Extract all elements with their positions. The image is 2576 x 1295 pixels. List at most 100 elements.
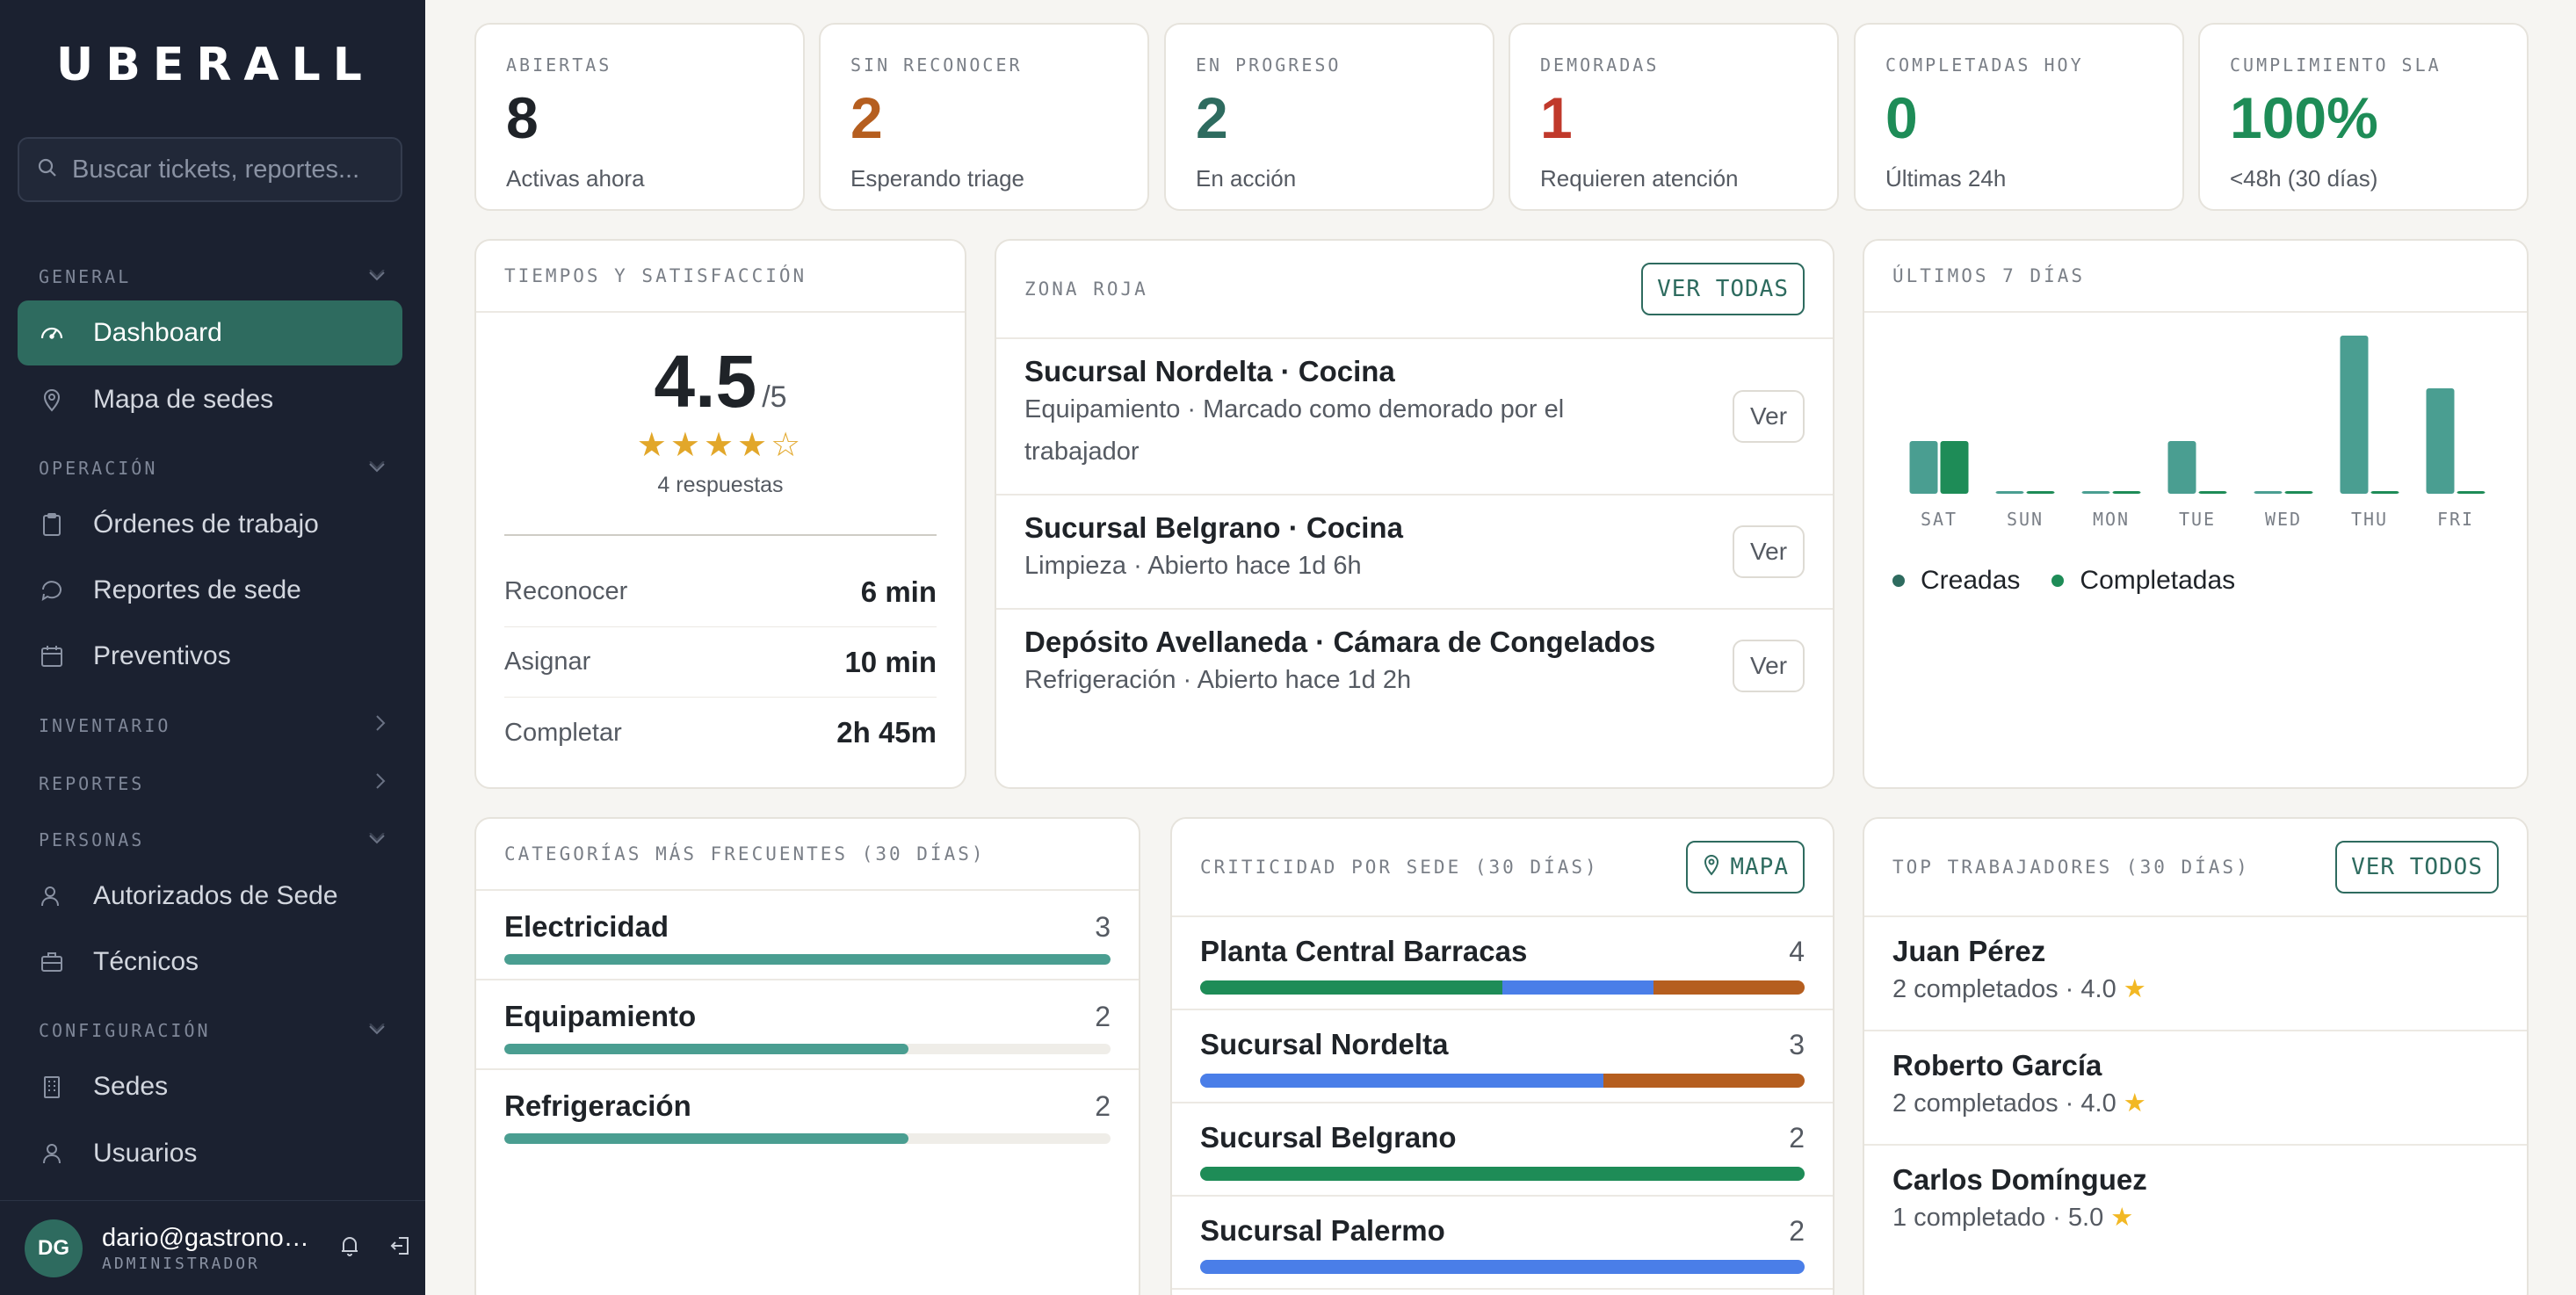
section-inventario[interactable]: INVENTARIO: [39, 713, 387, 738]
worker-stats-text: 1 completado · 5.0: [1892, 1204, 2104, 1232]
legend-item-completadas: Completadas: [2051, 566, 2235, 596]
section-title: PERSONAS: [39, 828, 145, 850]
alert-item[interactable]: Sucursal Nordelta · Cocina Equipamiento …: [996, 339, 1833, 496]
briefcase-icon: [39, 949, 65, 975]
star-filled-icon: ★: [669, 427, 704, 464]
bell-icon[interactable]: [337, 1234, 362, 1262]
category-name: Refrigeración: [504, 1089, 691, 1122]
worker-stats: 2 completados · 4.0 ★: [1892, 968, 2499, 1010]
ver-todos-button[interactable]: VER TODOS: [2335, 841, 2499, 893]
avatar[interactable]: DG: [25, 1219, 83, 1277]
sidebar-item-sedes[interactable]: Sedes: [18, 1054, 402, 1119]
app-logo[interactable]: UBERALL: [56, 39, 374, 91]
category-row[interactable]: Refrigeración 2: [476, 1070, 1139, 1160]
user-icon: [39, 1140, 65, 1167]
bar-creadas-wed[interactable]: [2254, 491, 2283, 494]
x-tick-label: MON: [2093, 509, 2130, 530]
kpi-value: 2: [850, 85, 883, 150]
rating-score: 4.5: [654, 340, 757, 423]
category-name: Electricidad: [504, 910, 669, 943]
bar-creadas-fri[interactable]: [2426, 388, 2455, 494]
sidebar-item-label: Mapa de sedes: [93, 385, 274, 414]
criticidad-stacked-bar: [1200, 1167, 1805, 1181]
section-general[interactable]: GENERAL: [39, 265, 387, 287]
search-input[interactable]: [72, 155, 403, 184]
kpi-card-completadas-hoy[interactable]: COMPLETADAS HOY 0 Últimas 24h: [1854, 23, 2184, 211]
bar-completadas-thu[interactable]: [2370, 491, 2399, 494]
bar-completadas-mon[interactable]: [2112, 491, 2141, 494]
alert-title: Sucursal Nordelta · Cocina: [1024, 355, 1395, 387]
sidebar-item-usuarios[interactable]: Usuarios: [18, 1121, 402, 1186]
bar-completadas-fri[interactable]: [2457, 491, 2486, 494]
ver-button[interactable]: Ver: [1733, 640, 1805, 692]
worker-row[interactable]: Juan Pérez 2 completados · 4.0 ★: [1864, 917, 2527, 1031]
bar-creadas-sat[interactable]: [1909, 441, 1938, 494]
criticidad-row[interactable]: Sucursal Nordelta 3: [1172, 1010, 1833, 1103]
user-info: dario@gastronomia.com ADMINISTRADOR: [102, 1224, 322, 1273]
sidebar-item-label: Técnicos: [93, 947, 199, 976]
logout-icon[interactable]: [388, 1234, 413, 1262]
sidebar-item-label: Reportes de sede: [93, 575, 301, 604]
worker-name: Carlos Domínguez: [1892, 1163, 2147, 1196]
category-row[interactable]: Equipamiento 2: [476, 980, 1139, 1070]
section-title: INVENTARIO: [39, 715, 171, 736]
sidebar-item-label: Sedes: [93, 1072, 169, 1101]
ver-button[interactable]: Ver: [1733, 390, 1805, 443]
sidebar-item-dashboard[interactable]: Dashboard: [18, 300, 402, 365]
tiempos-card: TIEMPOS Y SATISFACCIÓN 4.5/5 ★★★★☆ 4 res…: [474, 239, 966, 789]
mapa-button[interactable]: MAPA: [1686, 841, 1805, 893]
section-reportes[interactable]: REPORTES: [39, 771, 387, 796]
worker-row[interactable]: Roberto García 2 completados · 4.0 ★: [1864, 1031, 2527, 1146]
sede-count: 3: [1789, 1028, 1805, 1060]
worker-row[interactable]: Carlos Domínguez 1 completado · 5.0 ★: [1864, 1146, 2527, 1260]
search-box[interactable]: [18, 137, 403, 202]
bar-completadas-tue[interactable]: [2198, 491, 2227, 494]
card-header: TIEMPOS Y SATISFACCIÓN: [476, 241, 965, 313]
alert-item[interactable]: Depósito Avellaneda · Cámara de Congelad…: [996, 610, 1833, 724]
sidebar-item-tecnicos[interactable]: Técnicos: [18, 930, 402, 995]
alert-item[interactable]: Sucursal Belgrano · Cocina Limpieza · Ab…: [996, 496, 1833, 610]
chevron-down-icon: [367, 265, 387, 287]
criticidad-row[interactable]: Sucursal Palermo 2: [1172, 1197, 1833, 1290]
criticidad-row[interactable]: Sucursal Belgrano 2: [1172, 1103, 1833, 1197]
criticidad-segment-media: [1502, 980, 1653, 995]
section-configuracion[interactable]: CONFIGURACIÓN: [39, 1019, 387, 1041]
section-operacion[interactable]: OPERACIÓN: [39, 457, 387, 479]
criticidad-row-header: Sucursal Palermo 2: [1200, 1214, 1805, 1248]
kpi-card-abiertas[interactable]: ABIERTAS 8 Activas ahora: [474, 23, 805, 211]
section-personas[interactable]: PERSONAS: [39, 828, 387, 850]
sidebar-item-ordenes[interactable]: Órdenes de trabajo: [18, 492, 402, 557]
ver-todas-button[interactable]: VER TODAS: [1641, 263, 1805, 315]
sidebar-item-mapa[interactable]: Mapa de sedes: [18, 367, 402, 432]
bar-chart: SAT SUN MON TUE WED THU FRI: [1909, 336, 2486, 530]
x-tick-label: FRI: [2437, 509, 2474, 530]
bar-creadas-mon[interactable]: [2081, 491, 2110, 494]
sidebar-item-label: Usuarios: [93, 1139, 198, 1168]
kpi-card-sin-reconocer[interactable]: SIN RECONOCER 2 Esperando triage: [819, 23, 1149, 211]
bar-completadas-wed[interactable]: [2284, 491, 2313, 494]
category-row-header: Electricidad 3: [504, 910, 1111, 944]
chevron-down-icon: [367, 457, 387, 479]
sidebar-item-reportes-sede[interactable]: Reportes de sede: [18, 558, 402, 623]
bar-completadas-sun[interactable]: [2026, 491, 2055, 494]
kpi-label: ABIERTAS: [506, 54, 612, 76]
criticidad-row[interactable]: Planta Central Barracas 4: [1172, 917, 1833, 1010]
map-pin-icon: [1702, 853, 1721, 882]
section-title: OPERACIÓN: [39, 457, 158, 479]
sidebar-item-preventivos[interactable]: Preventivos: [18, 624, 402, 689]
chat-bubble-icon: [39, 577, 65, 604]
kpi-card-en-progreso[interactable]: EN PROGRESO 2 En acción: [1164, 23, 1494, 211]
bar-creadas-thu[interactable]: [2340, 336, 2369, 494]
times-list: Reconocer 6 min Asignar 10 min Completar…: [504, 557, 937, 768]
ver-button[interactable]: Ver: [1733, 525, 1805, 578]
bar-creadas-tue[interactable]: [2167, 441, 2196, 494]
sede-count: 2: [1789, 1214, 1805, 1247]
sidebar: UBERALL GENERAL Dashboard Mapa de sedes …: [0, 0, 425, 1295]
sidebar-item-autorizados[interactable]: Autorizados de Sede: [18, 864, 402, 929]
kpi-card-demoradas[interactable]: DEMORADAS 1 Requieren atención: [1509, 23, 1839, 211]
bar-completadas-sat[interactable]: [1940, 441, 1969, 494]
kpi-card-cumplimiento-sla[interactable]: CUMPLIMIENTO SLA 100% <48h (30 días): [2198, 23, 2529, 211]
chevron-down-icon: [367, 828, 387, 850]
bar-creadas-sun[interactable]: [1995, 491, 2024, 494]
category-row[interactable]: Electricidad 3: [476, 891, 1139, 980]
